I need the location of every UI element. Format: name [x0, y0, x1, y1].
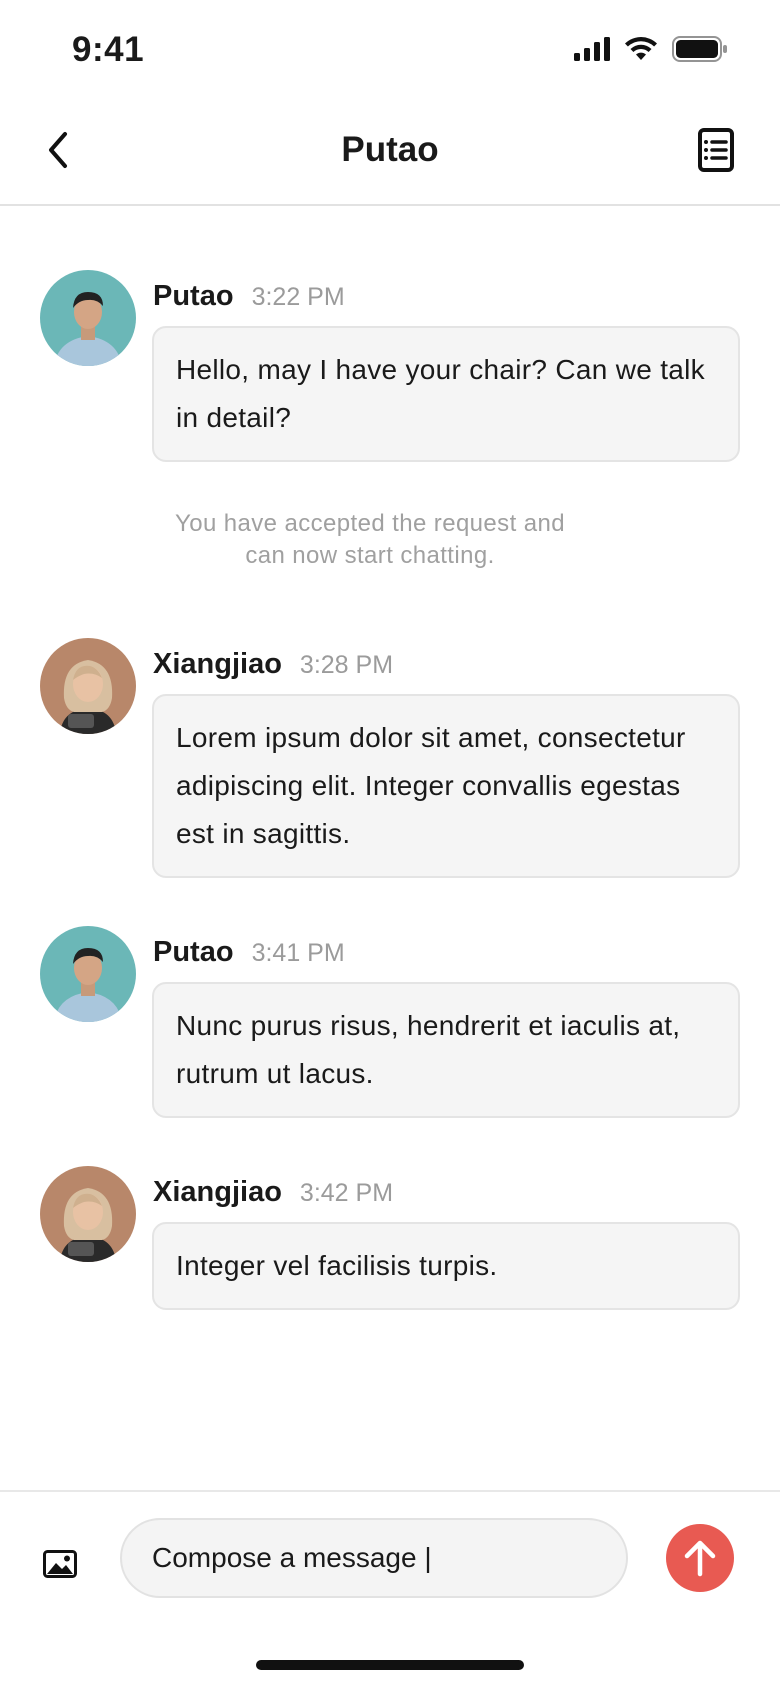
message-composer: [0, 1490, 780, 1688]
status-time: 9:41: [72, 30, 145, 69]
sender-name: Xiangjiao: [153, 1176, 282, 1208]
message-time: 3:42 PM: [299, 1179, 394, 1207]
wifi-icon: [625, 37, 657, 60]
home-indicator[interactable]: [256, 1660, 524, 1670]
sender-name: Xiangjiao: [153, 648, 282, 680]
message-bubble[interactable]: Lorem ipsum dolor sit amet, consectetur …: [152, 694, 740, 878]
cellular-signal-icon: [574, 37, 610, 61]
system-note: You have accepted the request and can no…: [175, 510, 565, 569]
avatar-xiangjiao[interactable]: [40, 1166, 136, 1262]
message-input[interactable]: [120, 1518, 628, 1598]
message-header: Xiangjiao 3:42 PM: [153, 1176, 393, 1209]
message-time: 3:22 PM: [251, 283, 345, 311]
image-icon: [43, 1550, 77, 1578]
status-bar: 9:41: [0, 0, 780, 100]
message-time: 3:28 PM: [299, 651, 394, 679]
message-header: Putao 3:41 PM: [153, 936, 345, 969]
message-bubble[interactable]: Hello, may I have your chair? Can we tal…: [152, 326, 740, 462]
arrow-up-icon: [684, 1540, 716, 1577]
avatar-putao[interactable]: [40, 926, 136, 1022]
message-bubble[interactable]: Nunc purus risus, hendrerit et iaculis a…: [152, 982, 740, 1118]
details-button[interactable]: [688, 122, 744, 178]
message-header: Xiangjiao 3:28 PM: [153, 648, 393, 681]
sender-name: Putao: [153, 936, 234, 968]
page-title: Putao: [341, 130, 439, 169]
avatar-xiangjiao[interactable]: [40, 638, 136, 734]
message-time: 3:41 PM: [251, 939, 345, 967]
send-button[interactable]: [666, 1524, 734, 1592]
status-icons: [574, 36, 728, 62]
attach-image-button[interactable]: [38, 1542, 82, 1586]
avatar-putao[interactable]: [40, 270, 136, 366]
message-header: Putao 3:22 PM: [153, 280, 345, 313]
sender-name: Putao: [153, 280, 234, 312]
nav-bar: Putao: [0, 100, 780, 206]
message-bubble[interactable]: Integer vel facilisis turpis.: [152, 1222, 740, 1310]
battery-icon: [672, 36, 727, 62]
document-list-icon: [698, 128, 734, 172]
